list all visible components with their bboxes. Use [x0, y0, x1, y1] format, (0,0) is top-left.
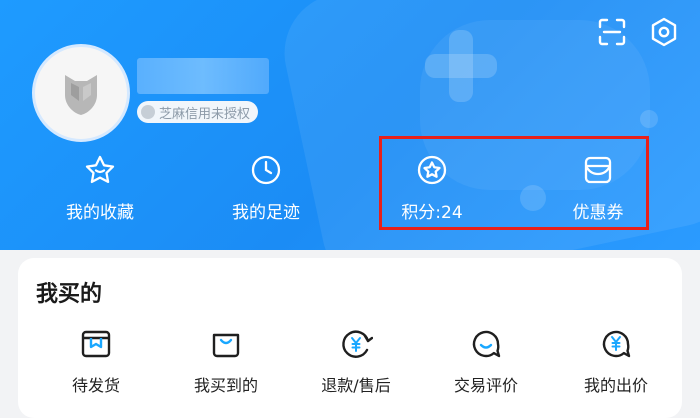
yen-bid-icon [596, 324, 636, 364]
stat-label: 我的收藏 [66, 203, 134, 223]
order-purchased[interactable]: 我买到的 [166, 324, 286, 396]
zhima-credit-label: 芝麻信用未授权 [159, 106, 251, 122]
stat-favorites[interactable]: 我的收藏 [25, 152, 175, 223]
orders-card: 我买的 待发货 我买到的 退款/售后 交易评价 我的出价 [18, 258, 682, 418]
order-bids[interactable]: 我的出价 [556, 324, 676, 396]
package-box-icon [76, 324, 116, 364]
stat-label: 我的足迹 [232, 203, 300, 223]
scan-button[interactable] [592, 12, 632, 52]
username-blurred [137, 58, 269, 94]
order-label: 待发货 [71, 376, 120, 395]
stat-history[interactable]: 我的足迹 [191, 152, 341, 223]
order-label: 我买到的 [193, 376, 258, 395]
decor-plus [425, 30, 497, 102]
order-label: 退款/售后 [321, 376, 391, 395]
avatar-placeholder-icon [65, 75, 97, 115]
settings-button[interactable] [644, 12, 684, 52]
zhima-credit-badge[interactable]: 芝麻信用未授权 [137, 101, 259, 123]
clock-icon [248, 152, 284, 188]
section-title: 我买的 [36, 282, 103, 307]
order-label: 交易评价 [453, 376, 518, 395]
shopping-bag-icon [206, 324, 246, 364]
order-refund[interactable]: 退款/售后 [296, 324, 416, 396]
zhima-leaf-icon [141, 105, 155, 119]
order-label: 我的出价 [583, 376, 648, 395]
order-review[interactable]: 交易评价 [426, 324, 546, 396]
decor-dot [640, 110, 658, 128]
gear-icon [651, 17, 677, 47]
chat-bubble-icon [466, 324, 506, 364]
scan-icon [598, 18, 626, 46]
yen-refund-icon [336, 324, 376, 364]
avatar[interactable] [32, 44, 130, 142]
star-icon [82, 152, 118, 188]
order-pending-shipment[interactable]: 待发货 [36, 324, 156, 396]
highlight-box [379, 136, 649, 230]
